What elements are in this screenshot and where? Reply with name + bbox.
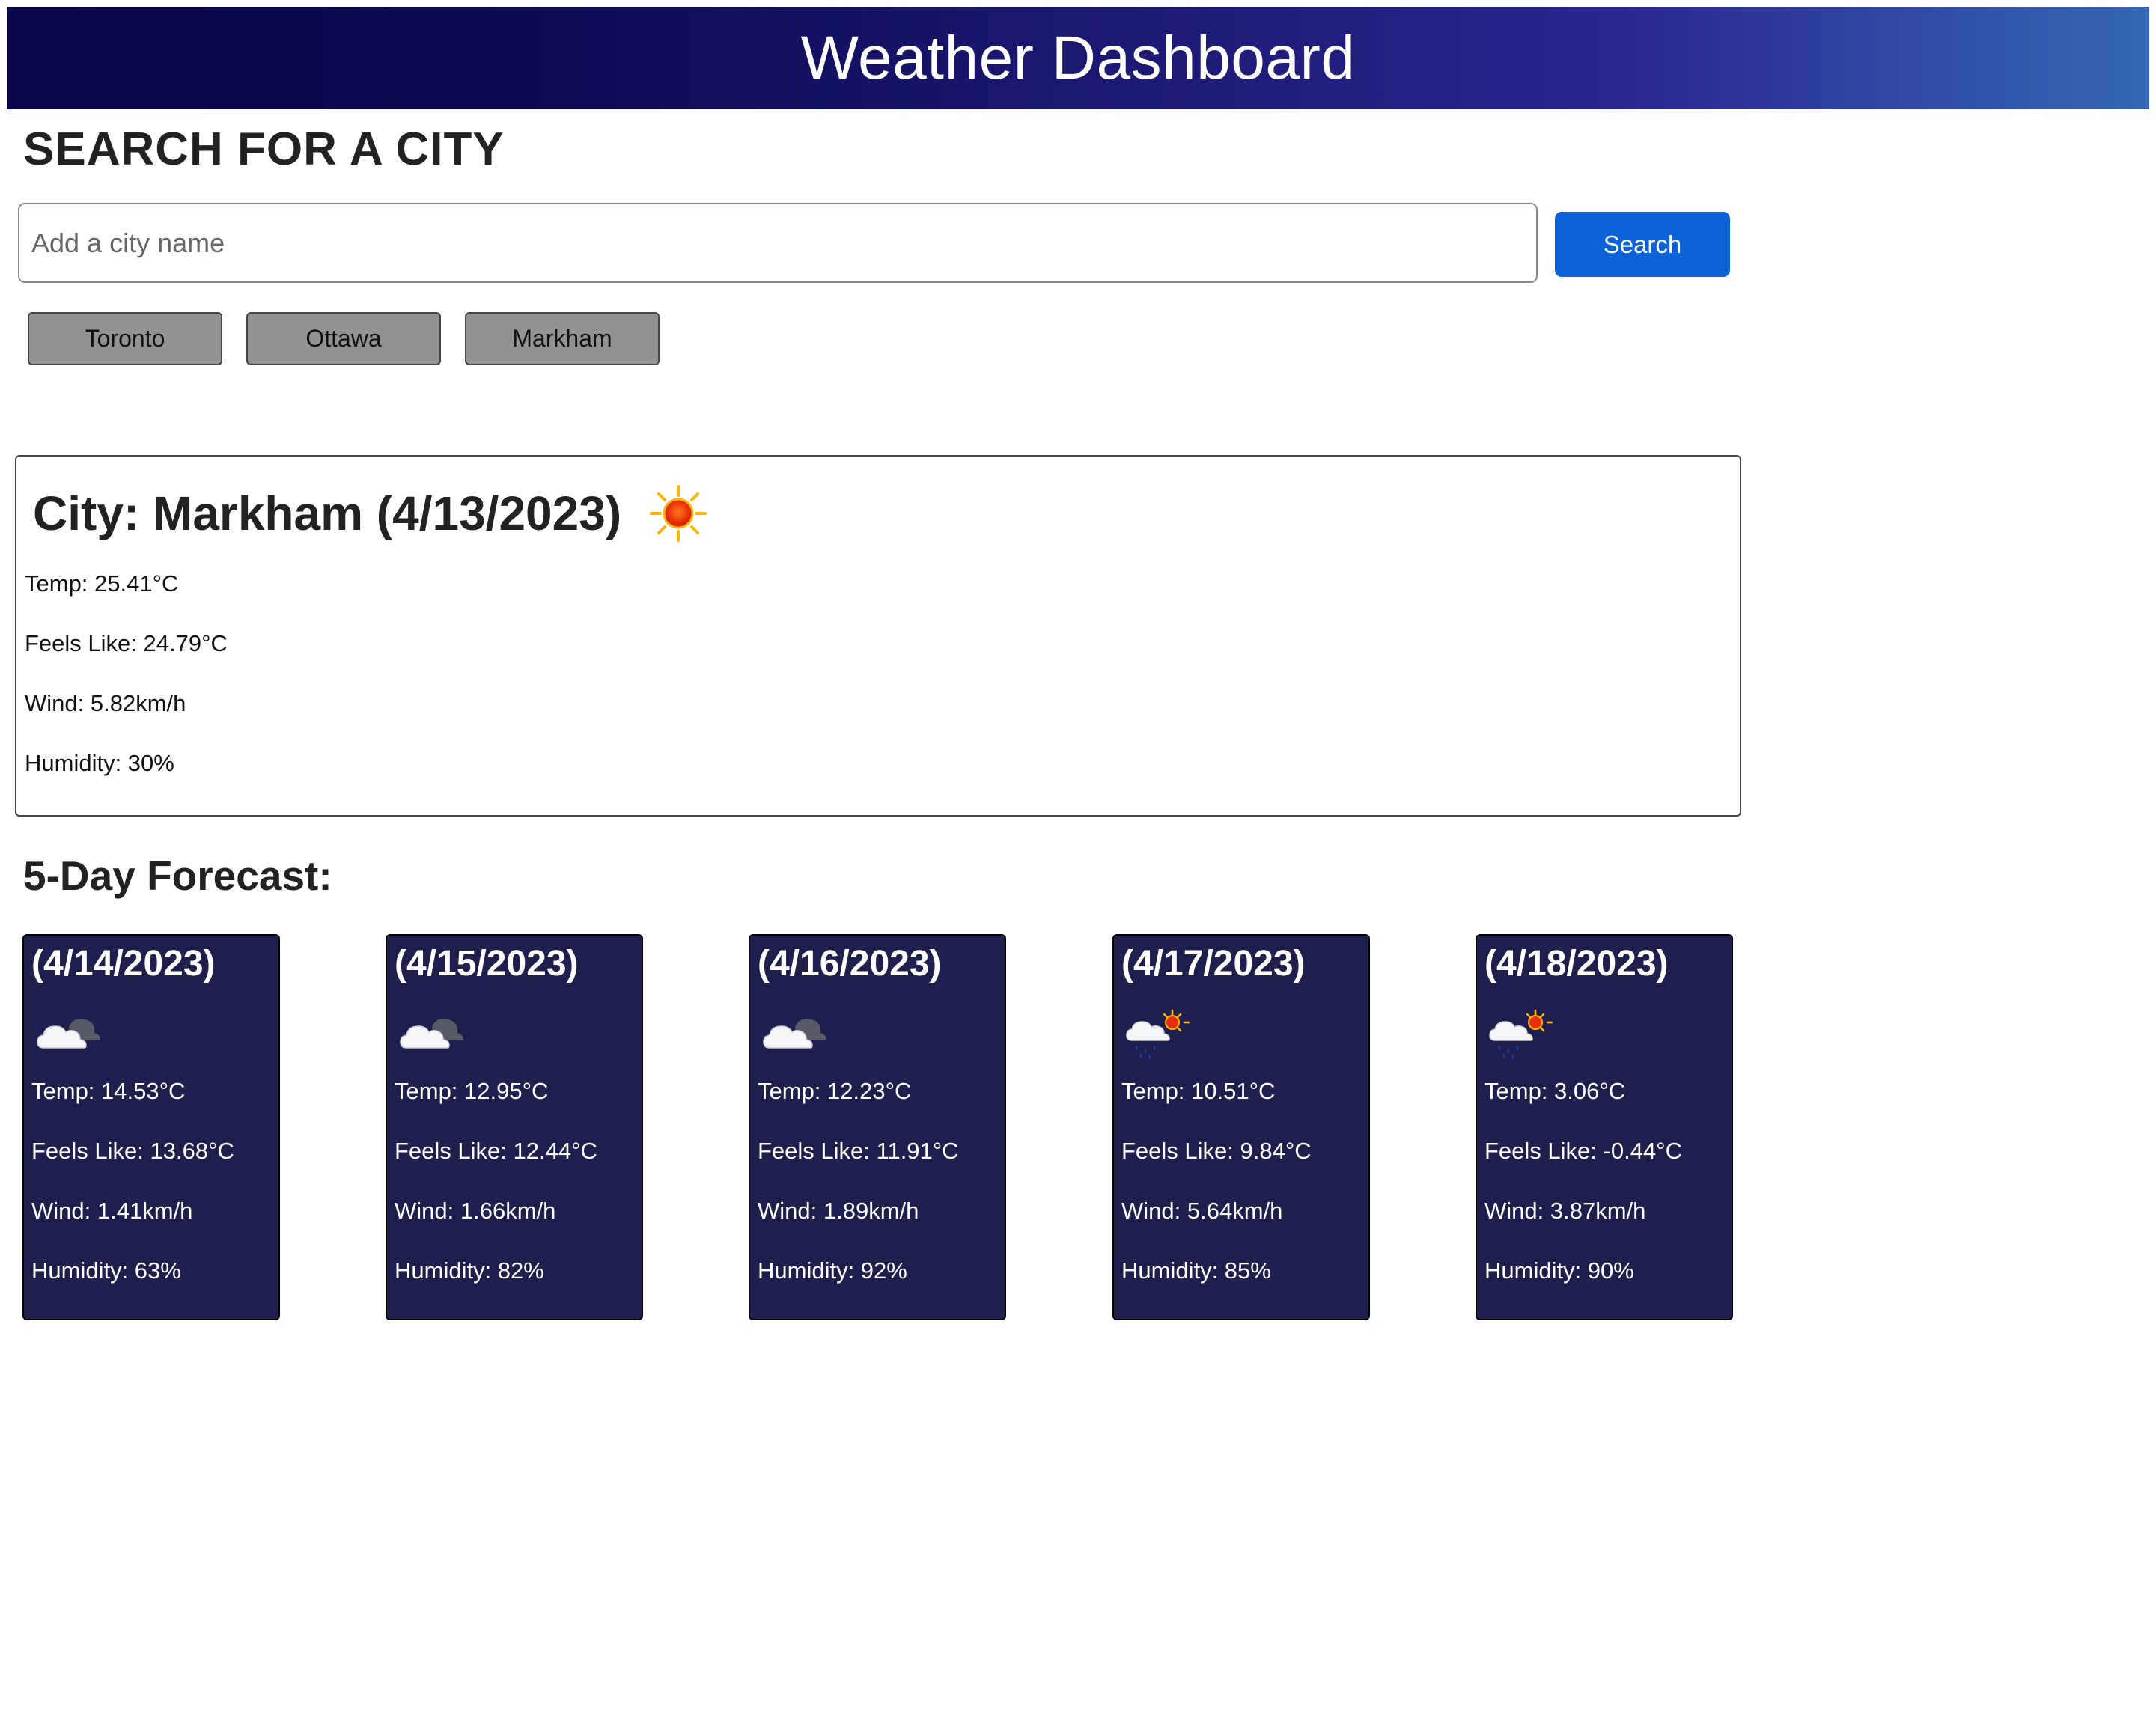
cloudy-icon — [37, 1019, 100, 1049]
forecast-feels-like: Feels Like: 9.84°C — [1121, 1138, 1312, 1164]
forecast-wind: Wind: 5.64km/h — [1121, 1198, 1283, 1224]
sun-icon — [650, 485, 707, 542]
rain-sun-icon — [1126, 1009, 1190, 1060]
forecast-feels-like: Feels Like: 12.44°C — [395, 1138, 597, 1164]
forecast-date: (4/14/2023) — [31, 944, 216, 983]
page-header: Weather Dashboard — [7, 7, 2149, 109]
cloudy-icon — [400, 1019, 463, 1049]
current-humidity: Humidity: 30% — [25, 750, 174, 776]
history-button-toronto[interactable]: Toronto — [28, 312, 222, 365]
current-feels-like: Feels Like: 24.79°C — [25, 630, 228, 656]
forecast-humidity: Humidity: 85% — [1121, 1257, 1271, 1284]
forecast-wind: Wind: 3.87km/h — [1484, 1198, 1646, 1224]
current-temp: Temp: 25.41°C — [25, 570, 179, 597]
forecast-humidity: Humidity: 63% — [31, 1257, 181, 1284]
history-button-ottawa[interactable]: Ottawa — [246, 312, 441, 365]
current-weather-title: City: Markham (4/13/2023) — [33, 484, 708, 543]
current-city-date: City: Markham (4/13/2023) — [33, 487, 622, 540]
forecast-temp: Temp: 12.23°C — [758, 1078, 912, 1104]
forecast-wind: Wind: 1.89km/h — [758, 1198, 919, 1224]
forecast-humidity: Humidity: 92% — [758, 1257, 907, 1284]
history-button-markham[interactable]: Markham — [465, 312, 660, 365]
rain-sun-icon — [1489, 1009, 1553, 1060]
current-weather-card: City: Markham (4/13/2023) Temp: 25.41°C … — [15, 455, 1741, 817]
forecast-heading: 5-Day Forecast: — [23, 853, 332, 899]
forecast-feels-like: Feels Like: 11.91°C — [758, 1138, 959, 1164]
forecast-humidity: Humidity: 82% — [395, 1257, 544, 1284]
forecast-date: (4/17/2023) — [1121, 944, 1306, 983]
forecast-temp: Temp: 10.51°C — [1121, 1078, 1276, 1104]
forecast-feels-like: Feels Like: 13.68°C — [31, 1138, 234, 1164]
forecast-temp: Temp: 14.53°C — [31, 1078, 186, 1104]
forecast-card: (4/18/2023) Temp: 3.06°C Feels Like: -0.… — [1476, 934, 1733, 1320]
current-wind: Wind: 5.82km/h — [25, 690, 186, 716]
forecast-card: (4/15/2023) Temp: 12.95°C Feels Like: 12… — [386, 934, 643, 1320]
forecast-date: (4/18/2023) — [1484, 944, 1669, 983]
forecast-wind: Wind: 1.41km/h — [31, 1198, 193, 1224]
forecast-card: (4/16/2023) Temp: 12.23°C Feels Like: 11… — [749, 934, 1006, 1320]
cloudy-icon — [763, 1019, 826, 1049]
forecast-date: (4/16/2023) — [758, 944, 942, 983]
search-heading: SEARCH FOR A CITY — [23, 123, 505, 175]
forecast-card: (4/17/2023) Temp: 10.51°C Feels Like: 9.… — [1112, 934, 1370, 1320]
page-title: Weather Dashboard — [800, 23, 1356, 92]
city-search-input[interactable] — [18, 203, 1538, 283]
forecast-date: (4/15/2023) — [395, 944, 579, 983]
forecast-card: (4/14/2023) Temp: 14.53°C Feels Like: 13… — [22, 934, 280, 1320]
forecast-feels-like: Feels Like: -0.44°C — [1484, 1138, 1682, 1164]
forecast-temp: Temp: 12.95°C — [395, 1078, 549, 1104]
search-button[interactable]: Search — [1555, 212, 1730, 277]
forecast-temp: Temp: 3.06°C — [1484, 1078, 1626, 1104]
forecast-humidity: Humidity: 90% — [1484, 1257, 1634, 1284]
forecast-wind: Wind: 1.66km/h — [395, 1198, 556, 1224]
